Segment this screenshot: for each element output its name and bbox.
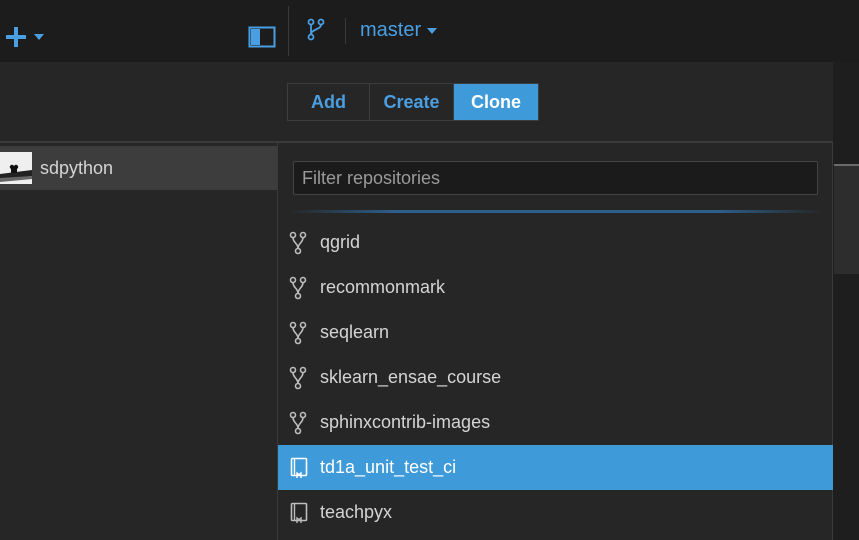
list-item[interactable]: recommonmark — [278, 265, 833, 310]
tab-add[interactable]: Add — [288, 84, 370, 120]
fork-icon — [288, 231, 310, 255]
fork-icon — [288, 366, 310, 390]
toolbar-divider — [288, 6, 289, 56]
list-item[interactable]: qgrid — [278, 220, 833, 265]
toolbar-divider — [345, 18, 346, 44]
filter-divider — [289, 210, 823, 213]
repository-list: qgrid recommonmark seqlearn sklearn_ensae_c… — [278, 220, 833, 535]
toggle-sidebar-icon[interactable] — [248, 26, 276, 48]
repository-name: teachpyx — [320, 502, 393, 522]
list-item[interactable]: td1a_unit_test_ci — [278, 445, 833, 490]
repository-name: recommonmark — [320, 277, 446, 297]
background-pane — [834, 62, 859, 540]
repository-name: qgrid — [320, 232, 361, 252]
branch-icon — [307, 18, 325, 41]
chevron-down-icon — [427, 27, 438, 34]
repository-name: sklearn_ensae_course — [320, 367, 502, 387]
sidebar-item-account[interactable]: sdpython — [0, 146, 277, 190]
list-item[interactable]: sklearn_ensae_course — [278, 355, 833, 400]
filter-repositories-input[interactable]: Filter repositories — [293, 161, 818, 195]
tab-create[interactable]: Create — [370, 84, 454, 120]
tab-group: Add Create Clone — [287, 83, 539, 121]
plus-icon — [6, 27, 26, 47]
fork-icon — [288, 276, 310, 300]
add-repository-button[interactable] — [4, 22, 48, 52]
list-item[interactable]: seqlearn — [278, 310, 833, 355]
list-item[interactable]: teachpyx — [278, 490, 833, 535]
chevron-down-icon — [34, 34, 44, 40]
avatar — [0, 152, 32, 184]
background-block — [834, 166, 859, 274]
repo-icon — [288, 501, 310, 525]
tab-clone[interactable]: Clone — [454, 84, 538, 120]
list-item[interactable]: sphinxcontrib-images — [278, 400, 833, 445]
top-toolbar: master — [0, 0, 859, 62]
branch-selector[interactable]: master — [360, 19, 438, 42]
fork-icon — [288, 411, 310, 435]
repository-name: sphinxcontrib-images — [320, 412, 491, 432]
repository-name: td1a_unit_test_ci — [320, 457, 457, 477]
repo-icon — [288, 456, 310, 480]
repository-name: seqlearn — [320, 322, 390, 342]
account-name: sdpython — [40, 157, 114, 178]
dropdown-pointer — [8, 117, 24, 125]
branch-label: master — [360, 19, 422, 41]
fork-icon — [288, 321, 310, 345]
